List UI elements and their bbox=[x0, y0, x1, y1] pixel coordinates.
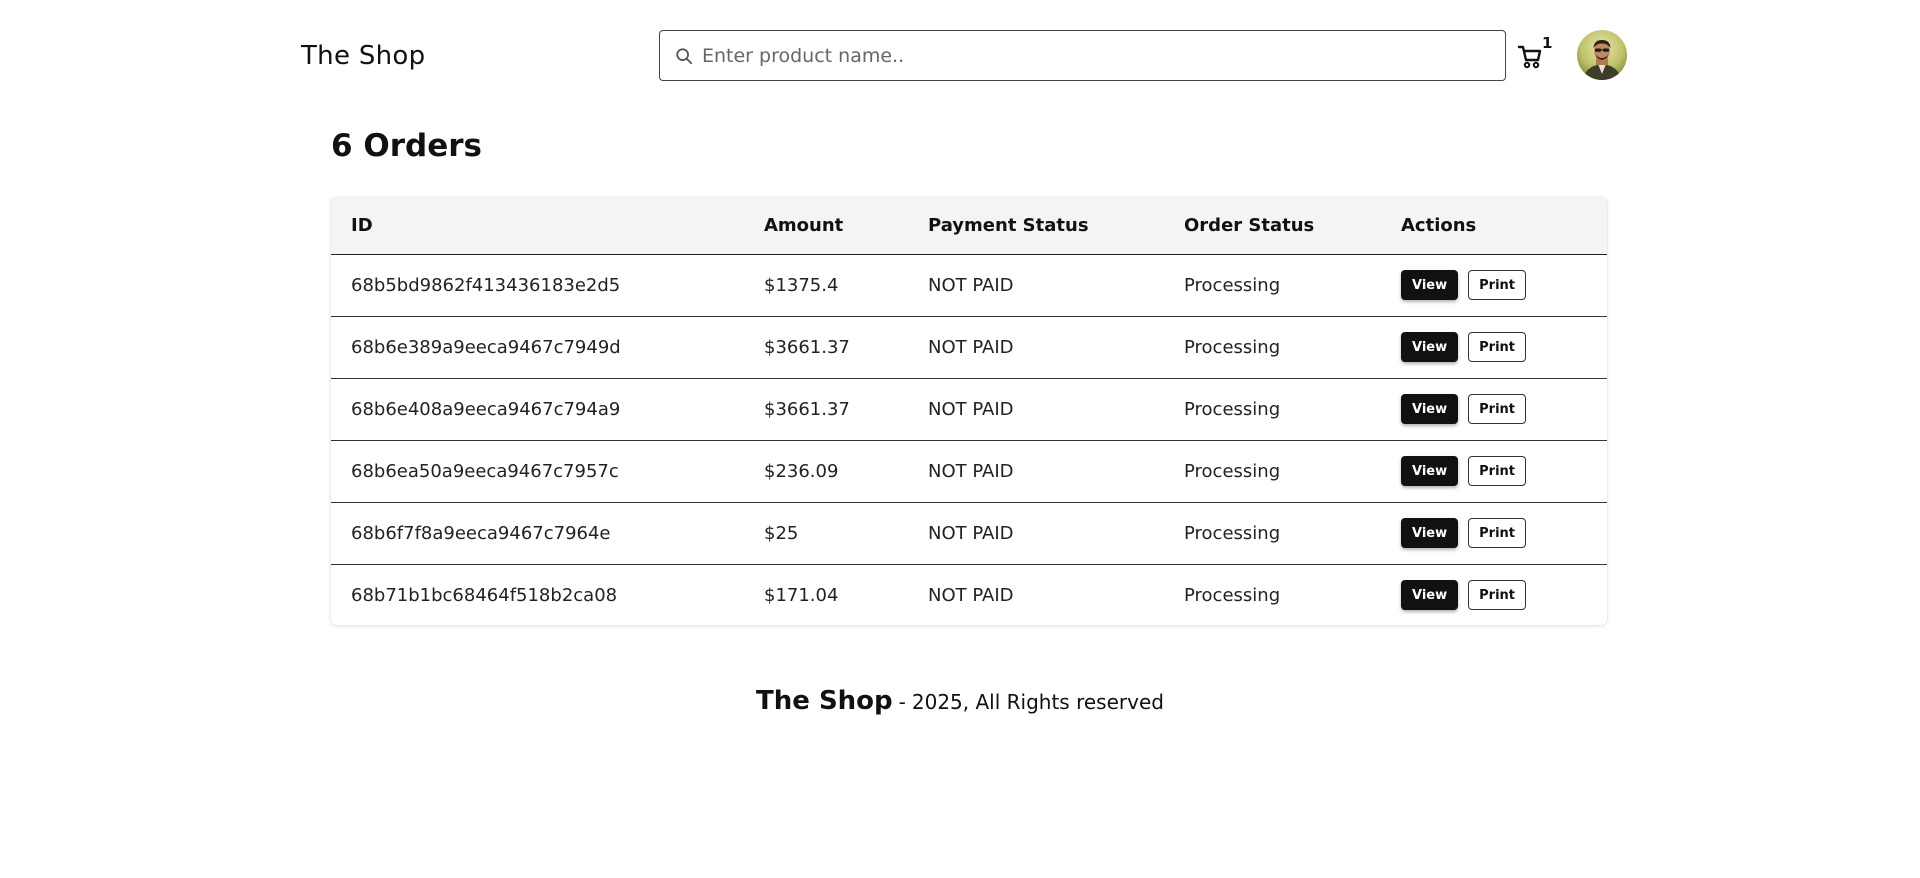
view-order-button[interactable]: View bbox=[1401, 394, 1459, 424]
avatar-image bbox=[1577, 30, 1627, 80]
page-title: 6 Orders bbox=[331, 128, 482, 164]
print-order-button[interactable]: Print bbox=[1468, 270, 1526, 300]
cart-icon bbox=[1517, 45, 1542, 69]
order-status-cell: Processing bbox=[1164, 564, 1381, 625]
order-amount-cell: $1375.4 bbox=[744, 254, 908, 317]
order-status-cell: Processing bbox=[1164, 254, 1381, 317]
order-id-cell: 68b71b1bc68464f518b2ca08 bbox=[331, 564, 744, 625]
table-body: 68b5bd9862f413436183e2d5 $1375.4 NOT PAI… bbox=[331, 254, 1607, 625]
order-status-cell: Processing bbox=[1164, 502, 1381, 565]
order-amount-cell: $236.09 bbox=[744, 440, 908, 503]
view-order-button[interactable]: View bbox=[1401, 580, 1459, 610]
table-row: 68b71b1bc68464f518b2ca08 $171.04 NOT PAI… bbox=[331, 564, 1607, 625]
order-id-cell: 68b6ea50a9eeca9467c7957c bbox=[331, 440, 744, 503]
print-order-button[interactable]: Print bbox=[1468, 518, 1526, 548]
column-header-payment-status: Payment Status bbox=[908, 197, 1164, 255]
order-status-cell: Processing bbox=[1164, 440, 1381, 503]
brand-logo-link[interactable]: The Shop bbox=[301, 40, 425, 72]
cart-button[interactable]: 1 bbox=[1517, 34, 1557, 74]
view-order-button[interactable]: View bbox=[1401, 456, 1459, 486]
column-header-order-status: Order Status bbox=[1164, 197, 1381, 255]
actions-cell: View Print bbox=[1381, 254, 1607, 317]
payment-status-cell: NOT PAID bbox=[908, 502, 1164, 565]
order-status-cell: Processing bbox=[1164, 378, 1381, 441]
table-header-row: ID Amount Payment Status Order Status Ac… bbox=[331, 197, 1607, 255]
order-id-cell: 68b5bd9862f413436183e2d5 bbox=[331, 254, 744, 317]
actions-cell: View Print bbox=[1381, 502, 1607, 565]
orders-table: ID Amount Payment Status Order Status Ac… bbox=[331, 197, 1607, 625]
table-row: 68b6e408a9eeca9467c794a9 $3661.37 NOT PA… bbox=[331, 378, 1607, 441]
order-id-cell: 68b6e389a9eeca9467c7949d bbox=[331, 316, 744, 379]
print-order-button[interactable]: Print bbox=[1468, 456, 1526, 486]
footer-separator: - bbox=[898, 690, 906, 714]
search-icon bbox=[676, 48, 693, 65]
view-order-button[interactable]: View bbox=[1401, 332, 1459, 362]
view-order-button[interactable]: View bbox=[1401, 270, 1459, 300]
payment-status-cell: NOT PAID bbox=[908, 440, 1164, 503]
user-avatar[interactable] bbox=[1577, 30, 1627, 80]
payment-status-cell: NOT PAID bbox=[908, 316, 1164, 379]
cart-count-badge: 1 bbox=[1542, 34, 1553, 52]
footer-brand: The Shop bbox=[756, 686, 893, 716]
table-row: 68b6ea50a9eeca9467c7957c $236.09 NOT PAI… bbox=[331, 440, 1607, 503]
payment-status-cell: NOT PAID bbox=[908, 254, 1164, 317]
footer-copyright: 2025, All Rights reserved bbox=[911, 690, 1164, 714]
search-box[interactable] bbox=[659, 30, 1506, 81]
view-order-button[interactable]: View bbox=[1401, 518, 1459, 548]
search-input[interactable] bbox=[702, 40, 1482, 71]
column-header-amount: Amount bbox=[744, 197, 908, 255]
order-amount-cell: $3661.37 bbox=[744, 378, 908, 441]
table-row: 68b6f7f8a9eeca9467c7964e $25 NOT PAID Pr… bbox=[331, 502, 1607, 565]
table-row: 68b6e389a9eeca9467c7949d $3661.37 NOT PA… bbox=[331, 316, 1607, 379]
table-header: ID Amount Payment Status Order Status Ac… bbox=[331, 197, 1607, 255]
actions-cell: View Print bbox=[1381, 316, 1607, 379]
payment-status-cell: NOT PAID bbox=[908, 378, 1164, 441]
orders-table-container: ID Amount Payment Status Order Status Ac… bbox=[331, 197, 1607, 625]
table-row: 68b5bd9862f413436183e2d5 $1375.4 NOT PAI… bbox=[331, 254, 1607, 317]
print-order-button[interactable]: Print bbox=[1468, 394, 1526, 424]
footer: The Shop -2025, All Rights reserved bbox=[0, 686, 1920, 716]
order-id-cell: 68b6f7f8a9eeca9467c7964e bbox=[331, 502, 744, 565]
actions-cell: View Print bbox=[1381, 378, 1607, 441]
print-order-button[interactable]: Print bbox=[1468, 580, 1526, 610]
order-amount-cell: $3661.37 bbox=[744, 316, 908, 379]
order-amount-cell: $25 bbox=[744, 502, 908, 565]
payment-status-cell: NOT PAID bbox=[908, 564, 1164, 625]
actions-cell: View Print bbox=[1381, 564, 1607, 625]
actions-cell: View Print bbox=[1381, 440, 1607, 503]
column-header-id: ID bbox=[331, 197, 744, 255]
print-order-button[interactable]: Print bbox=[1468, 332, 1526, 362]
order-status-cell: Processing bbox=[1164, 316, 1381, 379]
header: The Shop 1 bbox=[0, 0, 1920, 112]
order-id-cell: 68b6e408a9eeca9467c794a9 bbox=[331, 378, 744, 441]
column-header-actions: Actions bbox=[1381, 197, 1607, 255]
order-amount-cell: $171.04 bbox=[744, 564, 908, 625]
